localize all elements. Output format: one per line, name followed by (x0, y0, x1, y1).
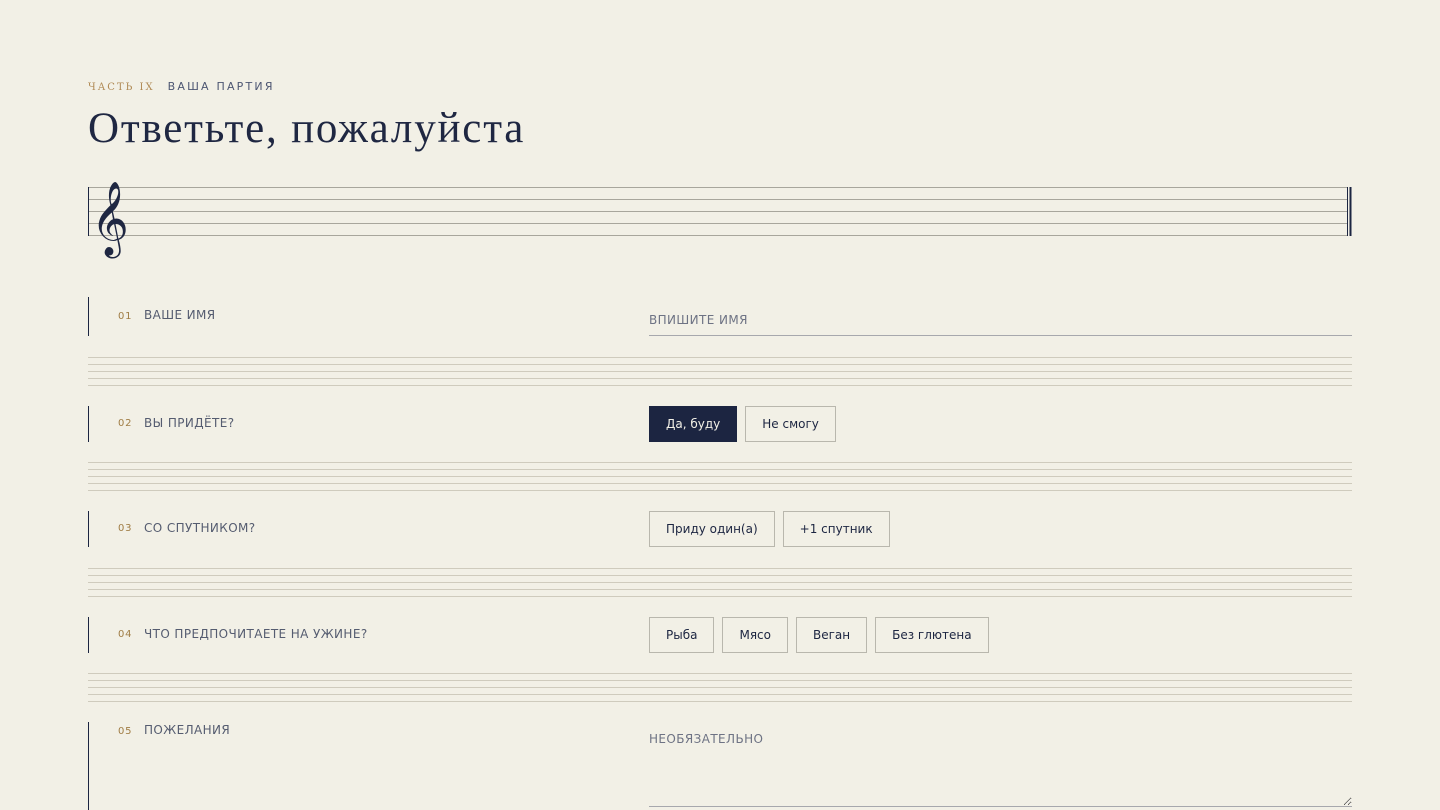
part-number: ЧАСТЬ IX (88, 82, 155, 93)
question-label: ВАШЕ ИМЯ (144, 308, 216, 322)
option-meat-button[interactable]: Мясо (722, 617, 788, 653)
question-number: 04 (118, 629, 133, 640)
page-title: Ответьте, пожалуйста (88, 105, 526, 152)
question-label: ЧТО ПРЕДПОЧИТАЕТЕ НА УЖИНЕ? (144, 627, 368, 641)
option-no-button[interactable]: Не смогу (745, 406, 836, 442)
section-kicker: ЧАСТЬ IX ВАША ПАРТИЯ (88, 80, 275, 94)
name-input[interactable] (649, 305, 1352, 336)
option-alone-button[interactable]: Приду один(а) (649, 511, 775, 547)
treble-clef-icon: 𝄞 (91, 182, 129, 259)
option-plus-one-button[interactable]: +1 спутник (782, 511, 890, 547)
option-gluten-free-button[interactable]: Без глютена (875, 617, 989, 653)
option-yes-button[interactable]: Да, буду (649, 406, 738, 442)
question-label: ПОЖЕЛАНИЯ (144, 723, 231, 737)
staff-divider (88, 673, 1352, 702)
staff-divider (88, 462, 1352, 491)
question-number: 05 (118, 726, 133, 737)
option-fish-button[interactable]: Рыба (649, 617, 715, 653)
question-number: 03 (118, 523, 133, 534)
svg-text:𝄞: 𝄞 (91, 182, 129, 259)
wishes-textarea[interactable] (649, 732, 1352, 807)
staff-divider (88, 357, 1352, 386)
section-name: ВАША ПАРТИЯ (167, 80, 275, 93)
dinner-options: Рыба Мясо Веган Без глютена (649, 617, 989, 653)
question-number: 01 (118, 311, 133, 322)
question-number: 02 (118, 418, 133, 429)
question-label: СО СПУТНИКОМ? (144, 521, 256, 535)
staff-divider (88, 568, 1352, 597)
attendance-options: Да, буду Не смогу (649, 406, 836, 442)
companion-options: Приду один(а) +1 спутник (649, 511, 890, 547)
music-staff: 𝄞 (88, 182, 1352, 259)
option-vegan-button[interactable]: Веган (795, 617, 868, 653)
question-label: ВЫ ПРИДЁТЕ? (144, 416, 235, 430)
